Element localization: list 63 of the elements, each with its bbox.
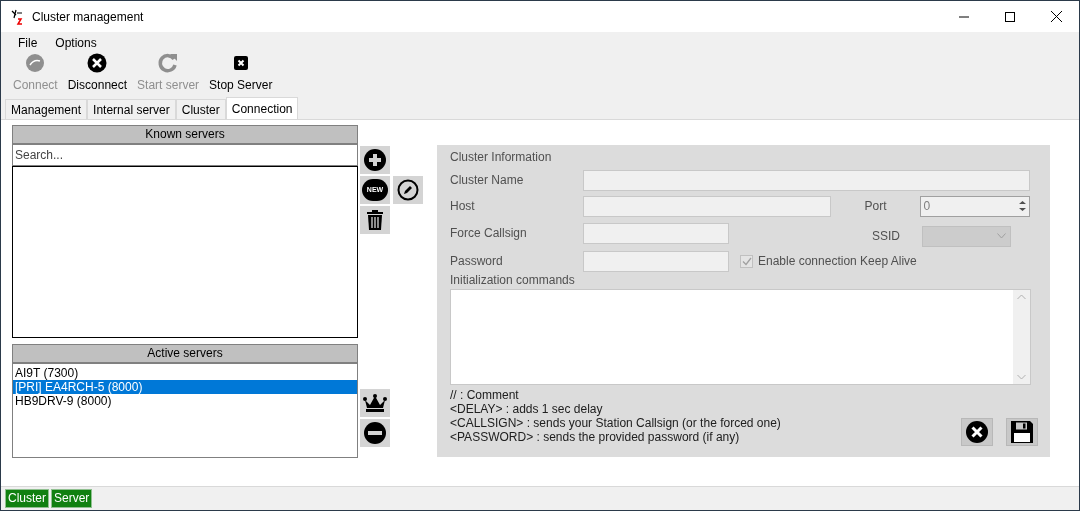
port-spinbox[interactable]: 0 xyxy=(920,195,1030,217)
status-indicator: Server xyxy=(51,489,93,508)
maximize-icon xyxy=(1005,11,1015,22)
close-icon xyxy=(87,53,108,73)
toolbar-button[interactable]: Stop Server xyxy=(209,52,273,94)
list-item[interactable]: [PRI] EA4RCH-5 (8000) xyxy=(13,380,357,394)
help-text: <DELAY> : adds 1 sec delay xyxy=(450,402,604,416)
close-icon xyxy=(1050,11,1062,22)
tab[interactable]: Connection xyxy=(225,97,299,119)
cluster-name-field[interactable] xyxy=(583,169,1030,191)
ssid-dropdown[interactable] xyxy=(922,225,1011,247)
edit-button[interactable] xyxy=(393,176,423,204)
commands-textarea[interactable] xyxy=(450,289,1031,385)
section-title: Cluster Information xyxy=(450,149,553,166)
field-label: Port xyxy=(864,198,888,215)
delete-button[interactable] xyxy=(360,206,390,234)
list-item[interactable]: AI9T (7300) xyxy=(13,366,357,380)
field-label: Host xyxy=(450,198,476,215)
chevron-up-icon xyxy=(1017,294,1026,300)
search-field[interactable]: Search... xyxy=(12,144,358,166)
keep-alive-checkbox[interactable] xyxy=(740,254,753,268)
spin-arrows-icon xyxy=(1018,199,1027,213)
panel-header: Active servers xyxy=(12,344,358,363)
toolbar-button[interactable]: Disconnect xyxy=(67,52,128,94)
save-button[interactable] xyxy=(1006,418,1038,446)
chevron-down-icon xyxy=(1017,374,1026,380)
field-label: Initialization commands xyxy=(450,273,576,287)
stop-icon xyxy=(233,56,248,70)
callsign-field[interactable] xyxy=(583,222,729,244)
primary-button[interactable] xyxy=(360,389,390,417)
tab[interactable]: Cluster xyxy=(175,99,226,119)
help-text: // : Comment xyxy=(450,388,520,402)
close-icon xyxy=(966,421,988,443)
help-text: <CALLSIGN> : sends your Station Callsign (or the forced one) xyxy=(450,416,781,430)
tab[interactable]: Internal server xyxy=(87,99,176,119)
plus-icon xyxy=(364,149,386,171)
app-icon xyxy=(10,8,24,25)
field-label: Cluster Name xyxy=(450,172,525,189)
pencil-icon xyxy=(397,179,419,201)
checkbox-label: Enable connection Keep Alive xyxy=(758,253,917,270)
remove-button[interactable] xyxy=(360,419,390,447)
status-indicator: Cluster xyxy=(5,489,49,508)
help-text: <PASSWORD> : sends the provided password (if any) xyxy=(450,430,741,444)
field-label: Password xyxy=(450,253,504,270)
menu-item[interactable]: Options xyxy=(47,33,105,53)
tab[interactable]: Management xyxy=(5,99,88,119)
list-item[interactable]: HB9DRV-9 (8000) xyxy=(13,394,357,408)
panel-header: Known servers xyxy=(12,125,358,144)
gauge-icon xyxy=(25,53,46,73)
refresh-icon xyxy=(157,52,180,74)
password-field[interactable] xyxy=(583,250,729,272)
crown-icon xyxy=(363,394,387,412)
field-label: SSID xyxy=(872,228,901,245)
window-title: Cluster management xyxy=(32,8,144,26)
minus-icon xyxy=(364,422,386,444)
cancel-button[interactable] xyxy=(961,418,993,446)
trash-icon xyxy=(367,210,383,230)
scrollbar[interactable] xyxy=(1013,290,1030,384)
add-button[interactable] xyxy=(360,146,390,174)
menu-item[interactable]: File xyxy=(10,33,46,53)
host-field[interactable] xyxy=(582,195,831,217)
chevron-down-icon xyxy=(997,233,1006,239)
field-label: Force Callsign xyxy=(450,225,528,242)
